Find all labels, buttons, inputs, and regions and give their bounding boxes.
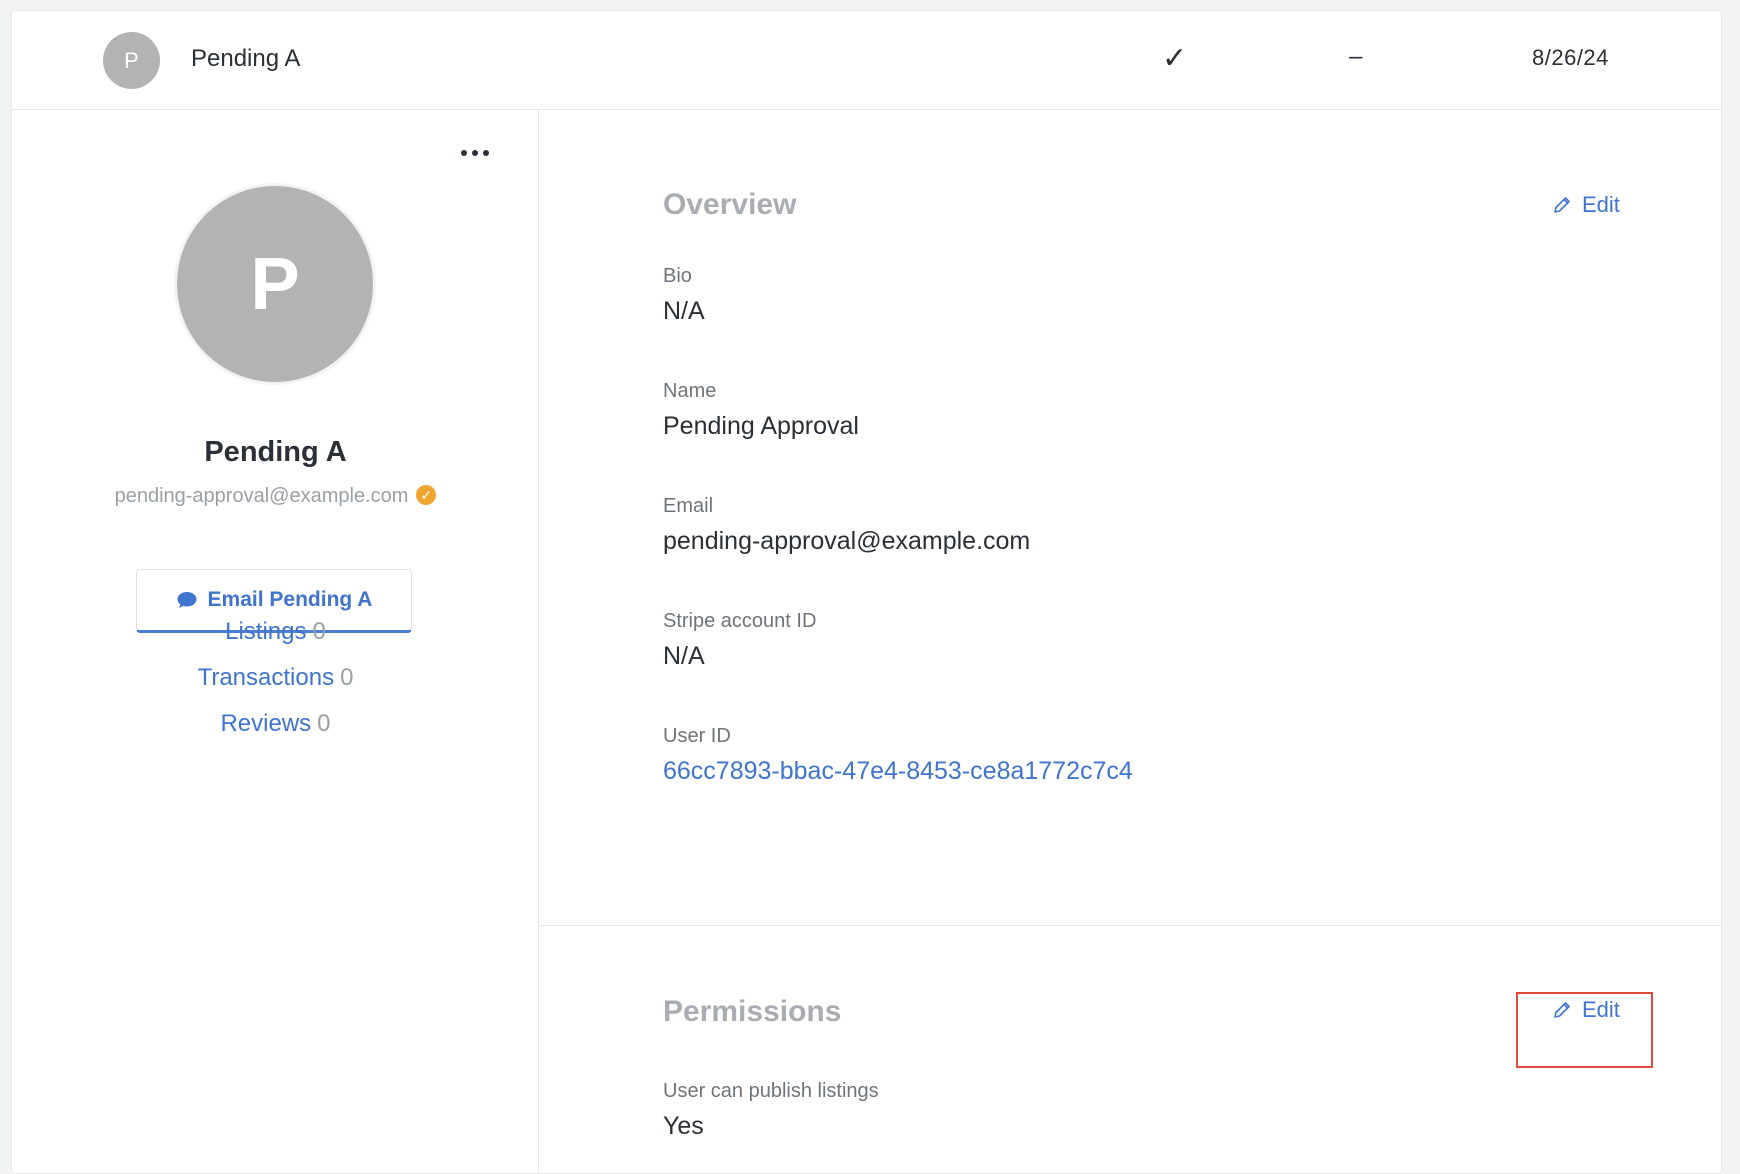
- user-detail-card: P Pending A ✓ – 8/26/24 P Pending A pend…: [11, 10, 1722, 1174]
- pencil-icon: [1554, 1002, 1570, 1018]
- empty-value-dash: –: [1349, 43, 1363, 70]
- checkmark-icon: ✓: [1162, 42, 1188, 75]
- stat-reviews: Reviews 0: [12, 710, 539, 738]
- email-label: Email: [663, 495, 714, 517]
- created-date: 8/26/24: [1532, 45, 1609, 70]
- stripe-account-label: Stripe account ID: [663, 610, 817, 632]
- user-summary-row[interactable]: P Pending A ✓ – 8/26/24: [12, 11, 1721, 110]
- publish-listings-value: Yes: [663, 1112, 704, 1140]
- bio-label: Bio: [663, 265, 692, 287]
- reviews-link[interactable]: Reviews: [220, 710, 311, 737]
- profile-panel: P Pending A pending-approval@example.com…: [12, 110, 539, 1173]
- email-user-button-label: Email Pending A: [207, 588, 373, 611]
- permissions-title: Permissions: [663, 995, 842, 1028]
- permissions-edit-button[interactable]: Edit: [1552, 997, 1620, 1023]
- details-panel: Overview Edit Bio N/A Name Pending Appro…: [540, 110, 1721, 1173]
- chat-bubble-icon: [177, 592, 197, 608]
- reviews-count: 0: [317, 710, 331, 737]
- overview-title: Overview: [663, 188, 797, 221]
- profile-email-line: pending-approval@example.com ✓: [12, 484, 539, 508]
- bio-value: N/A: [663, 297, 705, 325]
- stripe-account-value: N/A: [663, 642, 705, 670]
- user-id-link[interactable]: 66cc7893-bbac-47e4-8453-ce8a1772c7c4: [663, 757, 1133, 786]
- permissions-edit-label: Edit: [1582, 997, 1620, 1022]
- verified-check-icon: ✓: [416, 484, 437, 505]
- listings-count: 0: [312, 618, 326, 645]
- stat-listings: Listings 0: [12, 618, 539, 646]
- publish-listings-label: User can publish listings: [663, 1080, 879, 1102]
- stat-transactions: Transactions 0: [12, 664, 539, 692]
- profile-name: Pending A: [204, 436, 347, 468]
- name-label: Name: [663, 380, 717, 402]
- avatar: P: [103, 32, 160, 89]
- profile-email: pending-approval@example.com: [114, 485, 409, 507]
- transactions-link[interactable]: Transactions: [198, 664, 335, 691]
- profile-avatar: P: [177, 186, 373, 382]
- transactions-count: 0: [340, 664, 354, 691]
- section-divider: [540, 925, 1721, 926]
- user-name: Pending A: [191, 45, 301, 72]
- email-value: pending-approval@example.com: [663, 527, 1031, 555]
- listings-link[interactable]: Listings: [225, 618, 306, 645]
- more-options-icon[interactable]: [461, 150, 489, 156]
- overview-edit-button[interactable]: Edit: [1552, 192, 1620, 218]
- user-id-label: User ID: [663, 725, 731, 747]
- pencil-icon: [1554, 197, 1570, 213]
- name-value: Pending Approval: [663, 412, 859, 440]
- overview-edit-label: Edit: [1582, 192, 1620, 217]
